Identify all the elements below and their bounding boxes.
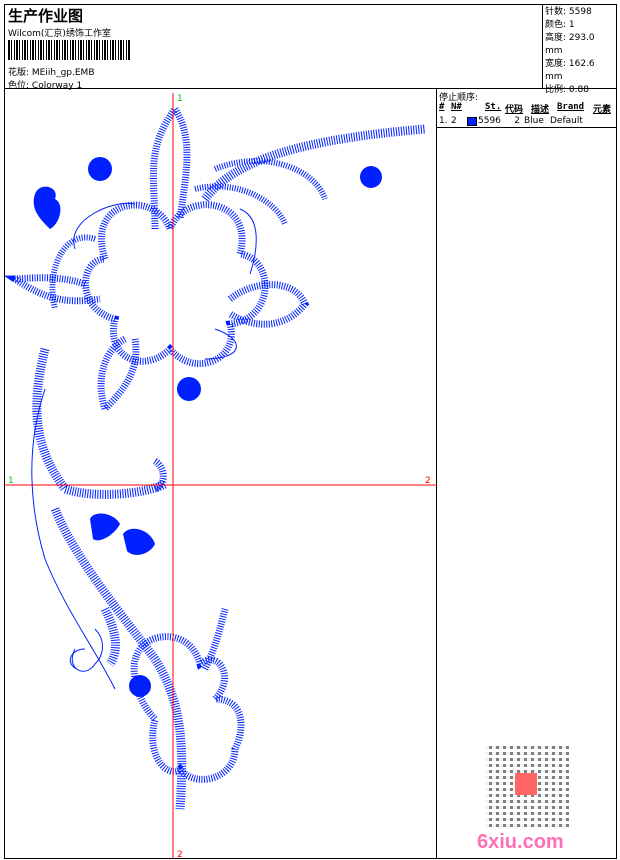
embroidery-canvas: 1 2 1 2: [5, 93, 437, 859]
axis-label-left: 1: [8, 476, 14, 486]
stop-sequence-caption: 停止顺序:: [439, 93, 479, 103]
col-code: 代码: [505, 105, 524, 115]
stop-sequence-header: # N# St. 代码 描述 Brand 元素: [437, 102, 617, 115]
axis-label-top: 1: [177, 94, 183, 104]
barcode: [8, 40, 130, 60]
design-label: 花版:: [8, 68, 30, 78]
color-swatch: [467, 116, 477, 126]
design-file: 花版: MEiih_gp.EMB: [8, 65, 95, 78]
row-code: 2: [514, 116, 520, 126]
color-count: 颜色: 1: [545, 20, 575, 30]
row-needle: 2: [451, 116, 457, 126]
design-preview: 1 2 1 2: [5, 89, 437, 859]
flower-bottom: [130, 633, 245, 783]
col-brand: Brand: [557, 102, 585, 112]
watermark: 6xiu.com: [475, 737, 585, 857]
row-desc: Blue: [524, 116, 544, 126]
embroidery-design: [5, 102, 426, 810]
design-height: 高度: 293.0 mm: [545, 33, 595, 56]
small-blossoms: [33, 157, 382, 697]
page-title: 生产作业图: [8, 7, 84, 25]
row-stitches: 5596: [478, 116, 501, 126]
lower-vine: [50, 507, 187, 810]
col-stitches: St.: [485, 102, 502, 112]
studio-name: Wilcom(汇京)绣饰工作室: [8, 29, 111, 39]
col-desc: 描述: [531, 105, 550, 115]
col-index: #: [439, 102, 445, 112]
production-worksheet: 生产作业图 Wilcom(汇京)绣饰工作室 花版: MEiih_gp.EMB 色…: [4, 4, 617, 859]
design-value: MEiih_gp.EMB: [31, 68, 95, 78]
design-width: 宽度: 162.6 mm: [545, 59, 595, 82]
seal-stamp: [515, 773, 537, 795]
axis-label-bottom: 2: [177, 850, 183, 859]
stop-sequence-panel: 停止顺序: # N# St. 代码 描述 Brand 元素 1. 2 5596 …: [437, 89, 617, 859]
axis-label-right: 2: [425, 476, 431, 486]
watermark-site: 6xiu.com: [477, 831, 564, 853]
row-brand: Default: [550, 116, 583, 126]
design-info: 针数: 5598 颜色: 1 高度: 293.0 mm 宽度: 162.6 mm…: [542, 5, 617, 95]
col-element: 元素: [593, 105, 612, 115]
col-needle: N#: [451, 102, 462, 112]
stitch-count: 针数: 5598: [545, 7, 592, 17]
row-index: 1.: [439, 116, 448, 126]
header: 生产作业图 Wilcom(汇京)绣饰工作室 花版: MEiih_gp.EMB 色…: [5, 5, 542, 91]
table-row[interactable]: 1. 2 5596 2 Blue Default: [437, 115, 617, 128]
